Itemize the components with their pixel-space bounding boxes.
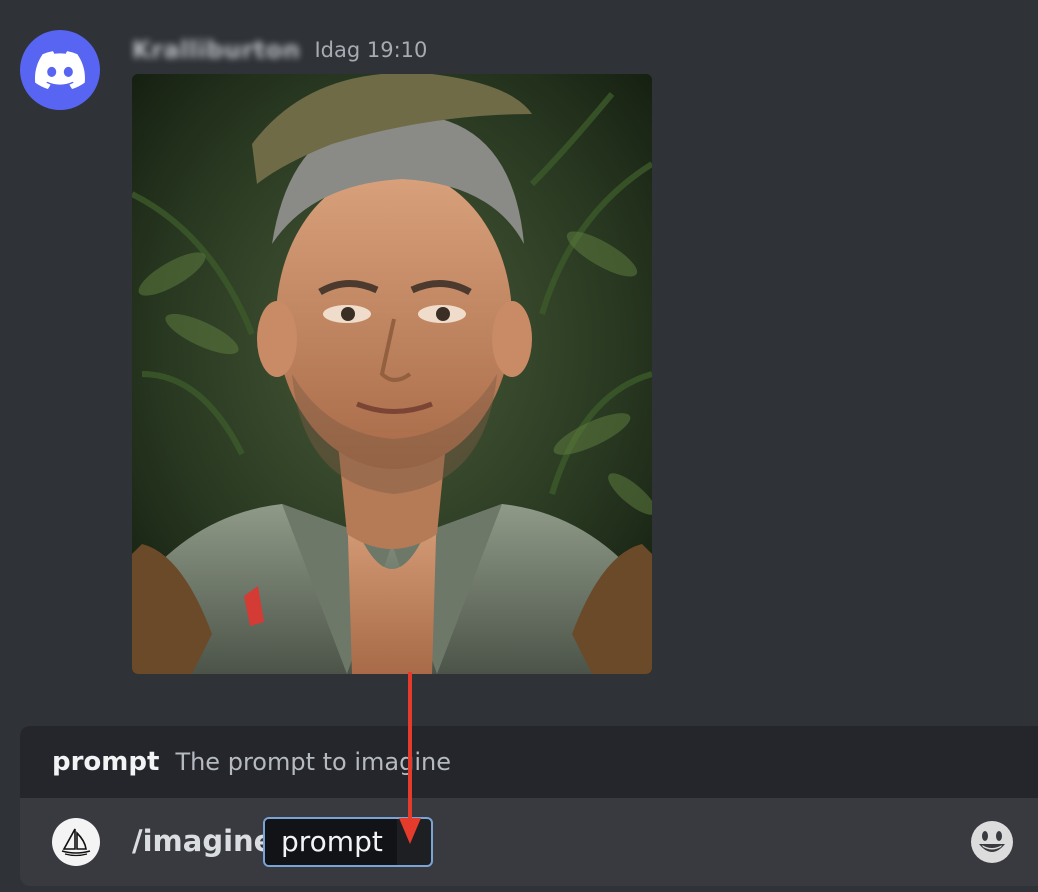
slash-command-name: /imagine <box>132 824 274 858</box>
prompt-option-input[interactable]: prompt <box>263 817 433 867</box>
message-header: Kralliburton Idag 19:10 <box>132 34 427 66</box>
emoji-picker-button[interactable] <box>970 820 1014 864</box>
prompt-option-label: prompt <box>265 819 397 865</box>
portrait-image <box>132 74 652 674</box>
image-attachment[interactable] <box>132 74 652 674</box>
option-name[interactable]: prompt <box>52 747 159 777</box>
smiley-face-icon <box>971 821 1013 863</box>
option-description: The prompt to imagine <box>175 748 451 776</box>
username[interactable]: Kralliburton <box>132 36 300 64</box>
user-avatar[interactable] <box>20 30 100 110</box>
command-option-popup: prompt The prompt to imagine <box>20 726 1038 798</box>
message-timestamp: Idag 19:10 <box>314 38 428 62</box>
discord-logo-icon <box>35 51 85 89</box>
chat-window: Kralliburton Idag 19:10 prompt The promp… <box>0 0 1038 892</box>
message-composer[interactable]: /imagine prompt <box>20 798 1038 886</box>
midjourney-boat-icon[interactable] <box>52 818 100 866</box>
